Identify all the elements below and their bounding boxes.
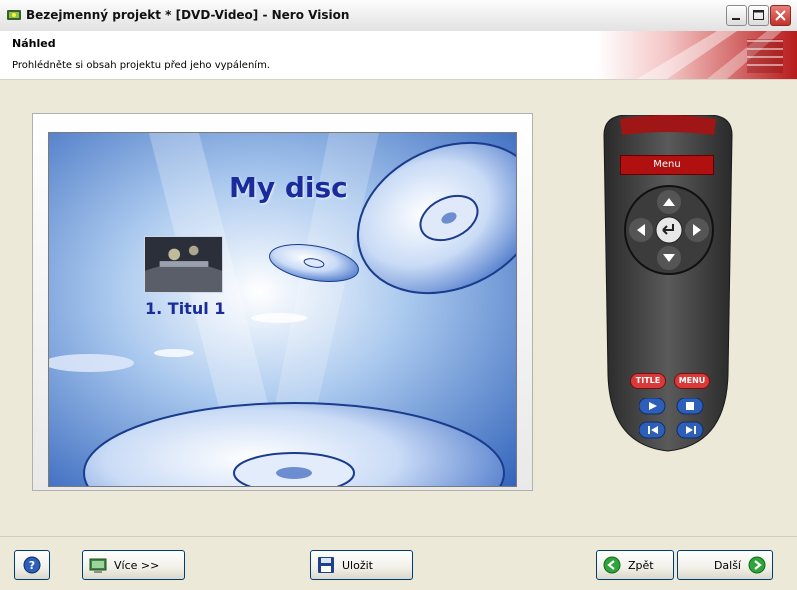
next-arrow-icon (748, 556, 766, 574)
more-options-icon (89, 558, 107, 573)
left-arrow-icon[interactable] (629, 218, 653, 242)
title-thumbnail[interactable] (144, 236, 223, 293)
nero-app-icon (7, 10, 21, 20)
save-button-label: Uložit (342, 558, 373, 572)
more-button[interactable]: Více >> (82, 550, 185, 580)
remote-menu-button-label: MENU (678, 376, 706, 385)
back-arrow-icon (603, 556, 621, 574)
right-arrow-icon[interactable] (685, 218, 709, 242)
next-button-label: Další (713, 558, 741, 572)
maximize-button[interactable] (748, 5, 769, 26)
page-subtitle: Prohlédněte si obsah projektu před jeho … (12, 60, 270, 71)
back-button-label: Zpět (628, 558, 654, 572)
maximize-icon (753, 10, 764, 20)
disc-title: My disc (229, 171, 348, 204)
app-window: Bezejmenný projekt * [DVD-Video] - Nero … (0, 0, 797, 590)
floppy-disk-icon (318, 557, 334, 573)
up-arrow-icon[interactable] (657, 190, 681, 214)
close-button[interactable] (770, 5, 791, 26)
preview-frame: My disc 1. Titul 1 (32, 113, 533, 491)
remote-menu-label: Menu (653, 159, 681, 170)
header-decoration-image (597, 31, 797, 79)
enter-icon[interactable] (655, 216, 683, 244)
title-bar: Bezejmenný projekt * [DVD-Video] - Nero … (0, 0, 797, 32)
title-1-label[interactable]: 1. Titul 1 (145, 299, 225, 318)
bottom-toolbar: ? Více >> Uložit Zpět Další (0, 536, 797, 590)
next-icon[interactable] (676, 421, 704, 439)
close-icon (775, 10, 786, 21)
remote-playback-buttons (639, 398, 704, 439)
previous-icon[interactable] (639, 421, 666, 439)
remote-menu-button[interactable]: MENU (674, 373, 710, 389)
next-button[interactable]: Další (677, 550, 773, 580)
more-button-label: Více >> (114, 558, 160, 572)
back-button[interactable]: Zpět (596, 550, 674, 580)
remote-dpad (624, 185, 714, 275)
main-content: My disc 1. Titul 1 Menu TITLE MENU (0, 80, 797, 536)
page-title: Náhled (12, 37, 56, 50)
svg-text:?: ? (29, 559, 35, 572)
down-arrow-icon[interactable] (657, 246, 681, 270)
remote-title-label: TITLE (635, 376, 661, 385)
stop-icon[interactable] (676, 398, 704, 415)
page-header: Náhled Prohlédněte si obsah projektu pře… (0, 31, 797, 80)
minimize-icon (732, 18, 740, 20)
remote-menu-display: Menu (620, 155, 714, 175)
menu-preview[interactable]: My disc 1. Titul 1 (48, 132, 517, 487)
minimize-button[interactable] (726, 5, 747, 26)
help-icon: ? (23, 556, 41, 574)
play-icon[interactable] (639, 398, 666, 415)
save-button[interactable]: Uložit (310, 550, 413, 580)
help-button[interactable]: ? (14, 550, 50, 580)
window-title: Bezejmenný projekt * [DVD-Video] - Nero … (26, 8, 350, 22)
remote-title-button[interactable]: TITLE (630, 373, 666, 389)
